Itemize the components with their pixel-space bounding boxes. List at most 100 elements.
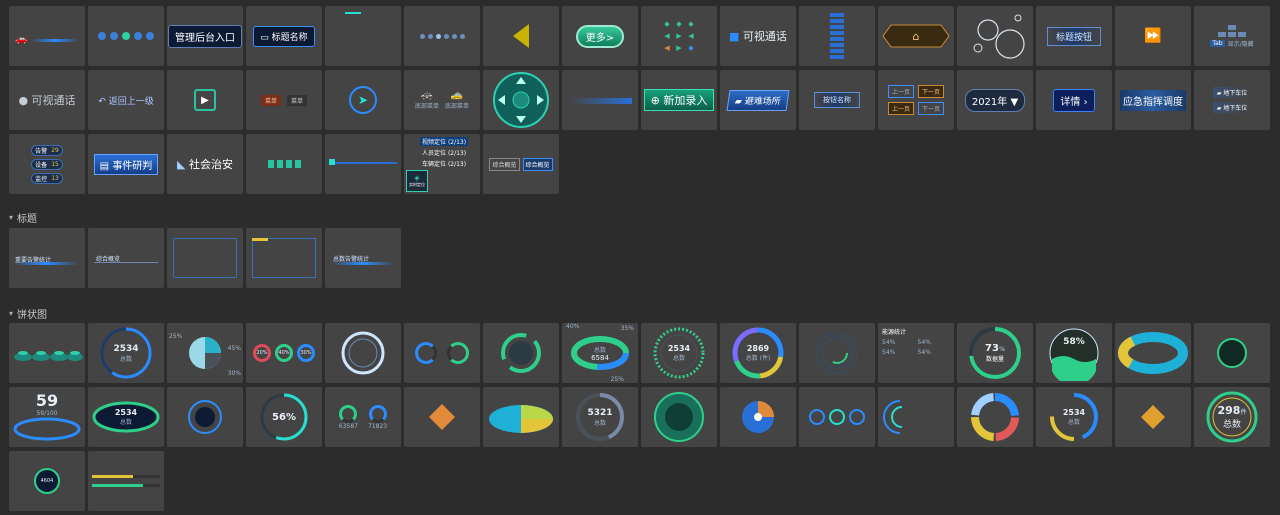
section-header-titles[interactable]: ▾ 标题 [9, 210, 37, 225]
tile-year-select[interactable]: 2021年 ▼ [957, 70, 1033, 130]
tile-dot-pager[interactable] [404, 6, 480, 66]
section-header-pies[interactable]: ▾ 饼状图 [9, 306, 47, 321]
timeline-marker[interactable] [329, 159, 335, 165]
list-item[interactable] [830, 37, 844, 41]
list-item[interactable] [830, 19, 844, 23]
bottom-menu-2[interactable]: 🚕 底部菜单 [445, 90, 469, 110]
list-item[interactable] [830, 25, 844, 29]
parking-item[interactable]: ▰ 地下车位 [1212, 87, 1252, 98]
arrow-icon[interactable]: ◀ [661, 44, 673, 52]
year-select[interactable]: 2021年 ▼ [964, 88, 1026, 112]
tile-detail[interactable]: 详情 › [1036, 70, 1112, 130]
tile-overview-tabs[interactable]: 综合概览 综合概览 [483, 134, 559, 194]
tile-video-call[interactable]: ■ 可视通话 [720, 6, 796, 66]
tile-bottom-menu[interactable]: 🚓 底部菜单 🚕 底部菜单 [404, 70, 480, 130]
realtime-location-button[interactable]: ◈ 实时定位 [406, 170, 428, 192]
tile-keyboard[interactable]: Tab 显示/隐藏 [1194, 6, 1270, 66]
pie-tile-segment-donut[interactable] [957, 387, 1033, 447]
pie-tile-3d-donut[interactable] [1115, 323, 1191, 383]
fast-forward-icon[interactable]: ⏩ [1144, 28, 1161, 44]
arrow-icon[interactable]: ▶ [673, 32, 685, 40]
pie-tile-stacked-discs[interactable] [9, 323, 85, 383]
arrow-icon[interactable]: ▶ [673, 44, 685, 52]
tile-vertical-list[interactable] [799, 6, 875, 66]
public-security-button[interactable]: ◣ 社会治安 [177, 156, 233, 172]
title-tile[interactable]: 重要告警统计 [9, 228, 85, 288]
pie-tile-data-gauge[interactable]: 73% 数据量 [957, 323, 1033, 383]
prev-page-button[interactable]: 上一页 [887, 102, 914, 115]
tile-small-icons[interactable] [246, 134, 322, 194]
chevron-down-icon[interactable]: ▾ [9, 213, 13, 222]
key[interactable] [1217, 31, 1226, 37]
overview-tab-active[interactable]: 综合概览 [522, 157, 553, 171]
tile-video-icon[interactable]: ▶ [167, 70, 243, 130]
pie-tile-56pct[interactable]: 56% [246, 387, 322, 447]
parking-item[interactable]: ▰ 地下车位 [1212, 102, 1252, 113]
tile-back[interactable]: ↶ 返回上一级 [88, 70, 164, 130]
video-play-icon[interactable]: ▶ [194, 89, 216, 111]
pie-tile-flat-ring[interactable]: 2534 总数 [88, 387, 164, 447]
tile-left-arrow[interactable] [483, 6, 559, 66]
pager-dot[interactable] [451, 33, 457, 39]
bottom-menu-1[interactable]: 🚓 底部菜单 [415, 90, 439, 110]
tile-pagers[interactable]: 上一页 下一页 上一页 下一页 [878, 70, 954, 130]
pager-dot[interactable] [435, 33, 441, 39]
overview-tab[interactable]: 综合概览 [489, 157, 520, 171]
pie-tile-glow-ring[interactable] [325, 323, 401, 383]
location-item[interactable]: 车辆定位 (2/13) [420, 159, 468, 168]
emergency-button[interactable]: 应急指挥调度 [1120, 89, 1186, 111]
pager-dot[interactable] [443, 33, 449, 39]
title-tile[interactable]: 总数告警统计 [325, 228, 401, 288]
location-item[interactable]: 人员定位 (2/13) [420, 148, 468, 157]
tile-location-menu[interactable]: 视频定位 (2/13) 人员定位 (2/13) 车辆定位 (2/13) ◈ 实时… [404, 134, 480, 194]
tile-public-security[interactable]: ◣ 社会治安 [167, 134, 243, 194]
pie-tile-orange-diamond[interactable] [1115, 387, 1191, 447]
tile-add-entry[interactable]: ⊕ 新加录入 [641, 70, 717, 130]
key[interactable] [1227, 31, 1236, 37]
pie-tile-arc-list[interactable] [878, 387, 954, 447]
tile-shelter[interactable]: ▰ 避难场所 [720, 70, 796, 130]
device-icon[interactable] [267, 160, 274, 168]
list-item[interactable] [830, 43, 844, 47]
pie-tile-label-ring[interactable] [1194, 323, 1270, 383]
tile-emergency[interactable]: 应急指挥调度 [1115, 70, 1191, 130]
event-judge-button[interactable]: ▤ 事件研判 [93, 153, 159, 175]
pager-dot[interactable] [459, 33, 465, 39]
tile-stats[interactable]: 告警 29 设备 15 监控 13 [9, 134, 85, 194]
list-item[interactable] [830, 55, 844, 59]
pie-tile-big-total[interactable]: 298件 总数 [1194, 387, 1270, 447]
pie-tile-green-disk[interactable] [641, 387, 717, 447]
arrow-icon[interactable]: ◆ [685, 44, 697, 52]
list-item[interactable] [830, 13, 844, 17]
shelter-button[interactable]: ▰ 避难场所 [726, 89, 790, 111]
dot-pager[interactable] [419, 33, 465, 39]
pie-tile-water[interactable]: 58% [1036, 323, 1112, 383]
tile-car-bar[interactable]: 🚗 [9, 6, 85, 66]
next-page-button[interactable]: 下一页 [918, 85, 945, 98]
triangle-left-icon[interactable] [511, 23, 531, 49]
named-button[interactable]: 按钮名称 [814, 92, 860, 108]
device-icon[interactable] [294, 160, 301, 168]
video-call-button[interactable]: ■ 可视通话 [729, 28, 787, 44]
pie-tile-dual-values[interactable]: 63587 71823 [325, 387, 401, 447]
tile-home[interactable]: ⌂ [878, 6, 954, 66]
pie-tile-progress-bars[interactable] [88, 451, 164, 511]
pie-tile-big-number[interactable]: 59 59/100 [9, 387, 85, 447]
stat-item[interactable]: 监控 13 [31, 172, 63, 184]
tile-button-name[interactable]: 按钮名称 [799, 70, 875, 130]
pie-tile-sector[interactable] [720, 387, 796, 447]
pie-tile-concentric[interactable] [799, 323, 875, 383]
tile-more[interactable]: 更多> [562, 6, 638, 66]
pie-tile-dual-gauge[interactable] [404, 323, 480, 383]
device-icon[interactable] [285, 160, 292, 168]
pie-tile-pct-pie[interactable]: 25% 45% 30% [167, 323, 243, 383]
pie-tile-segment-ring[interactable] [483, 323, 559, 383]
tab-key[interactable]: Tab [1210, 39, 1225, 47]
tile-title-name[interactable]: ▭ 标题名称 [246, 6, 322, 66]
stat-item[interactable]: 设备 15 [31, 158, 63, 170]
pie-tile-three-small[interactable] [799, 387, 875, 447]
key[interactable] [1237, 31, 1246, 37]
tile-icon-row[interactable] [88, 6, 164, 66]
tile-admin-entry[interactable]: 管理后台入口 [167, 6, 243, 66]
pie-tile-diamond[interactable] [404, 387, 480, 447]
